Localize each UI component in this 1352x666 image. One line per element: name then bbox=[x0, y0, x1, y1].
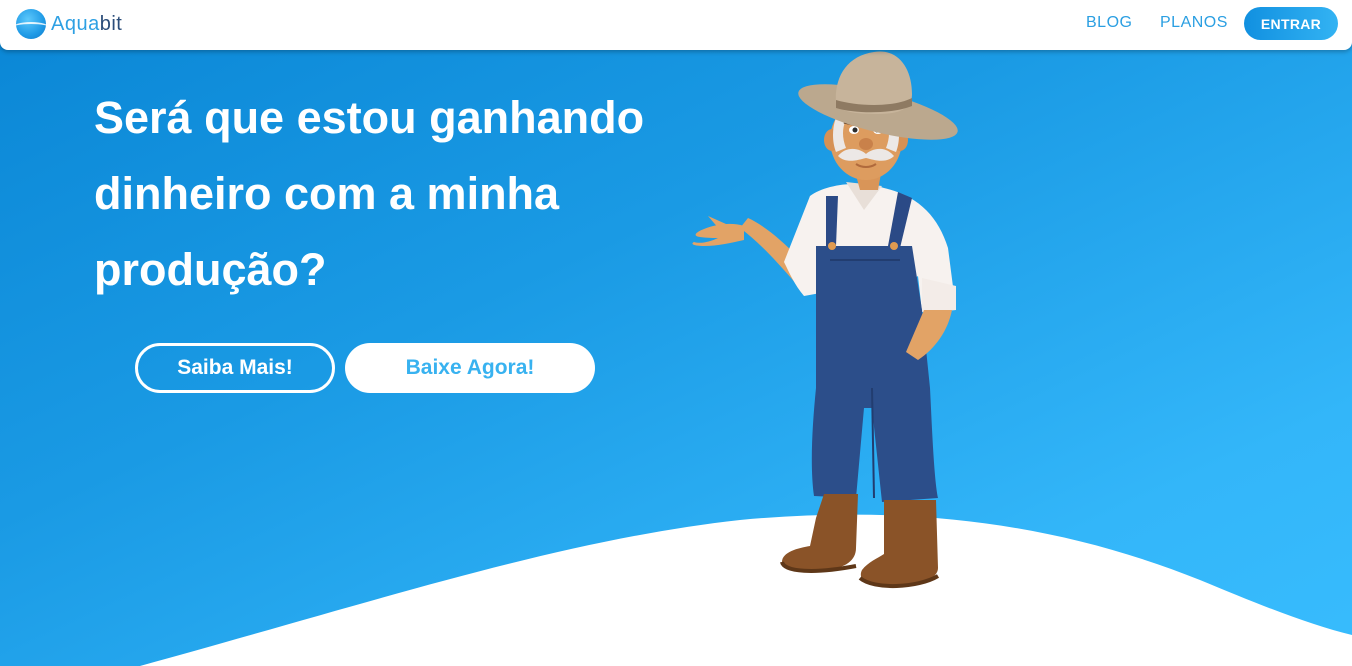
nav-link-planos[interactable]: PLANOS bbox=[1160, 14, 1228, 32]
baixe-agora-button[interactable]: Baixe Agora! bbox=[345, 343, 595, 393]
brand-logo[interactable]: Aquabit bbox=[16, 8, 122, 40]
saiba-mais-button[interactable]: Saiba Mais! bbox=[135, 343, 335, 393]
top-navbar: Aquabit BLOG PLANOS ENTRAR bbox=[0, 0, 1352, 50]
hero-headline-line1: Será que estou ganhando bbox=[94, 92, 645, 143]
hero-headline-line2: dinheiro com a minha bbox=[94, 168, 560, 219]
brand-name-part1: Aqua bbox=[51, 12, 100, 35]
entrar-button[interactable]: ENTRAR bbox=[1244, 7, 1338, 40]
brand-name-part2: bit bbox=[99, 12, 123, 35]
hero-headline-line3: produção? bbox=[94, 244, 327, 295]
brand-name: Aquabit bbox=[51, 13, 122, 36]
hero-headline: Será que estou ganhando dinheiro com a m… bbox=[94, 80, 714, 308]
farmer-illustration bbox=[692, 51, 958, 588]
water-drop-logo-icon bbox=[16, 9, 46, 39]
nav-link-blog[interactable]: BLOG bbox=[1086, 14, 1132, 32]
